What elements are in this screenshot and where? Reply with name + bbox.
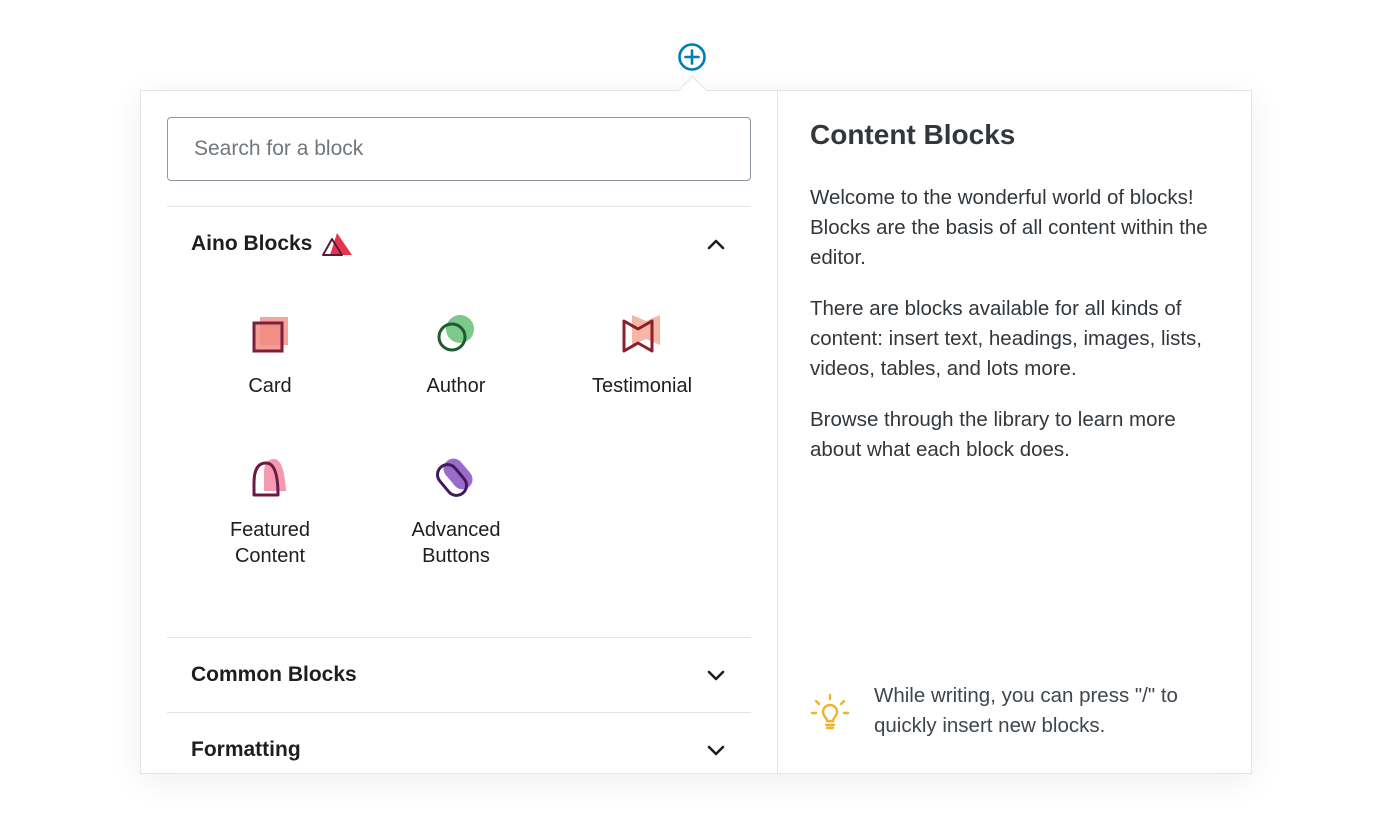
help-paragraph: Browse through the library to learn more… [810,408,1176,461]
panel-header-common-blocks[interactable]: Common Blocks [167,640,751,710]
divider [167,712,751,713]
chevron-up-icon [705,233,727,255]
panel-title: Aino Blocks [191,231,354,257]
chevron-down-icon [705,664,727,686]
panel-header-formatting[interactable]: Formatting [167,715,751,773]
plus-circle-icon [678,43,706,71]
block-label: Advanced Buttons [411,519,501,567]
tip: While writing, you can press "/" to quic… [810,681,1230,741]
featured-content-icon [248,455,292,499]
aino-triangles-icon [322,233,353,256]
block-label: Featured Content [229,519,311,567]
panel-header-aino-blocks[interactable]: Aino Blocks [167,209,751,279]
block-item-featured-content[interactable]: Featured Content [177,455,363,569]
block-label: Testimonial [591,375,693,397]
chevron-down-icon [705,739,727,761]
search-field [167,117,751,181]
panel-title-text: Formatting [191,738,301,761]
divider [167,206,751,207]
block-search-input[interactable] [167,117,751,181]
tip-text: While writing, you can press "/" to quic… [874,684,1178,737]
author-icon [434,311,478,355]
panel-title: Formatting [191,738,301,762]
block-item-testimonial[interactable]: Testimonial [549,311,735,399]
block-item-author[interactable]: Author [363,311,549,399]
lightbulb-icon [810,693,850,730]
block-inserter-popover: Aino Blocks [140,90,1252,774]
panel-title-text: Aino Blocks [191,232,313,255]
testimonial-icon [620,311,664,355]
advanced-buttons-icon [434,455,478,499]
divider [167,637,751,638]
help-title: Content Blocks [810,119,1016,150]
block-label: Author [426,375,486,397]
block-library-panel: Aino Blocks [141,91,778,773]
panel-title-text: Common Blocks [191,663,357,686]
block-inserter-screen: Aino Blocks [0,0,1400,820]
help-panel: Content Blocks Welcome to the wonderful … [778,91,1251,773]
help-paragraph: There are blocks available for all kinds… [810,297,1202,380]
block-item-advanced-buttons[interactable]: Advanced Buttons [363,455,549,569]
help-paragraph: Welcome to the wonderful world of blocks… [810,186,1208,269]
add-block-button[interactable] [677,42,707,72]
block-item-card[interactable]: Card [177,311,363,399]
card-icon [248,311,292,355]
block-label: Card [248,375,292,397]
panel-title: Common Blocks [191,663,357,687]
